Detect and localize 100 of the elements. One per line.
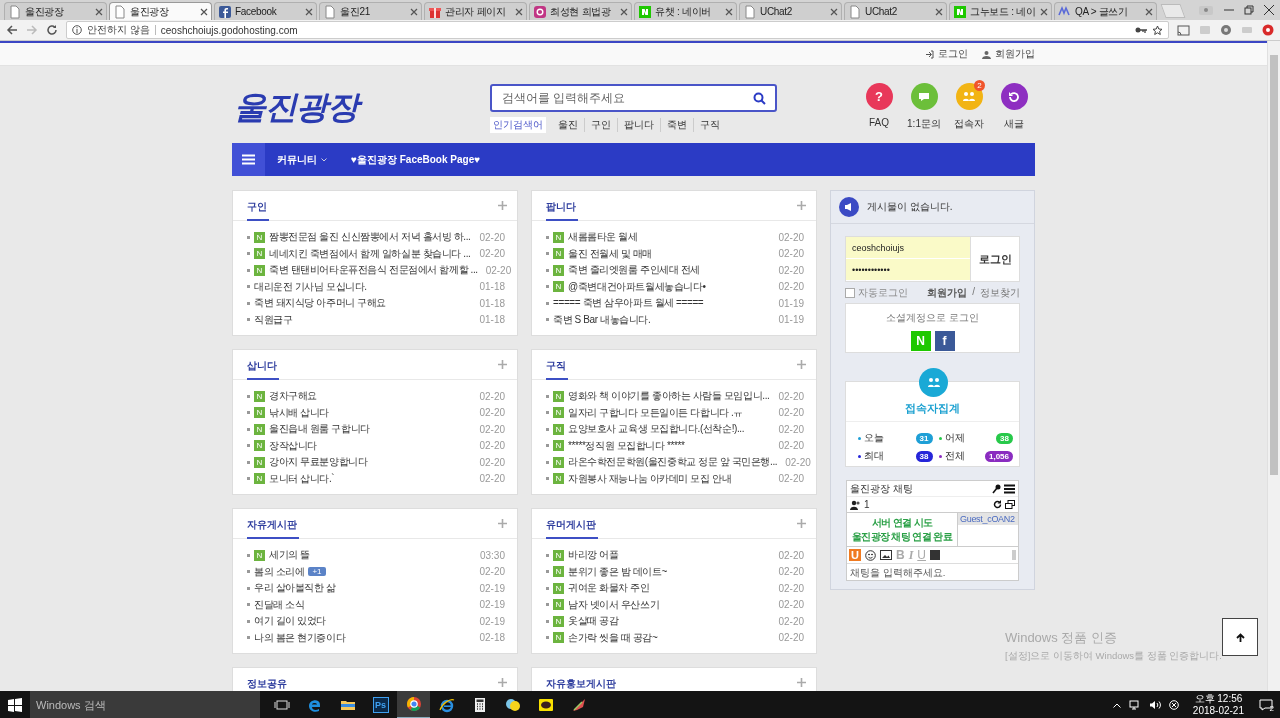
post-link[interactable]: 분위기 좋은 밤 데이트~ [568, 564, 667, 579]
reload-icon[interactable] [46, 24, 58, 36]
post-link[interactable]: 죽변 탠탠비어타운퓨전음식 전문점에서 함께할 ... [269, 263, 478, 278]
quick-link[interactable]: 접속자 [954, 117, 984, 131]
chat-user[interactable]: Guest_cOAN2 [958, 513, 1018, 525]
smiley-icon[interactable] [864, 549, 876, 561]
quick-link[interactable]: FAQ [869, 117, 889, 128]
back-icon[interactable] [6, 24, 18, 36]
board-title[interactable]: 팝니다 [546, 191, 578, 221]
browser-tab[interactable]: QA > 글쓰기 [1054, 2, 1157, 20]
post-link[interactable]: 세기의 뜰 [269, 548, 310, 563]
site-logo[interactable]: 울진광장 [232, 84, 366, 129]
search-field[interactable]: 검색어를 입력해주세요 [490, 84, 777, 112]
board-title[interactable]: 유머게시판 [546, 509, 598, 539]
browser-tab[interactable]: UChat2 [844, 2, 947, 20]
post-link[interactable]: 라온수학전문학원(울진중학교 정문 앞 국민은행... [568, 455, 778, 470]
post-link[interactable]: 죽변 줄리엣원룸 주인세대 전세 [568, 263, 700, 278]
top-link[interactable]: 회원가입 [982, 47, 1035, 61]
restore-icon[interactable] [1244, 5, 1254, 15]
volume-icon[interactable] [1148, 700, 1161, 710]
quick-link[interactable]: 새글 [1004, 117, 1024, 131]
keyword-link[interactable]: 울진 [552, 118, 584, 132]
post-link[interactable]: 귀여운 화물차 주인 [568, 581, 650, 596]
taskbar-app[interactable] [397, 691, 430, 718]
browser-tab[interactable]: 그누보드 : 네이 [949, 2, 1052, 20]
post-link[interactable]: 옷살때 공감 [568, 614, 619, 629]
chevron-up-icon[interactable] [1112, 702, 1121, 708]
post-link[interactable]: 손가락 씻을 때 공감~ [568, 630, 658, 645]
browser-tab[interactable]: 최성현 희법광 [529, 2, 632, 20]
post-link[interactable]: ===== 죽변 삼우아파트 월세 ===== [553, 296, 704, 311]
keyword-link[interactable]: 팝니다 [617, 118, 660, 132]
close-icon[interactable] [95, 7, 103, 16]
browser-tab[interactable]: 울진광장 [109, 2, 212, 20]
nav-item[interactable]: 커뮤니티 [265, 152, 339, 167]
close-icon[interactable] [1040, 7, 1048, 16]
social-login-button[interactable]: f [934, 331, 955, 351]
browser-tab[interactable]: 관리자 페이지 [424, 2, 527, 20]
post-link[interactable]: 우리 살아볼직한 삶 [254, 581, 336, 596]
menu-button[interactable] [232, 143, 265, 176]
keyword-link[interactable]: 죽변 [660, 118, 693, 132]
cast-icon[interactable] [1177, 24, 1190, 36]
image-icon[interactable] [879, 550, 892, 560]
id-field[interactable]: ceoshchoiujs [846, 237, 970, 259]
post-link[interactable]: 여기 길이 있었다 [254, 614, 326, 629]
top-link[interactable]: 로그인 [925, 47, 968, 61]
popout-icon[interactable] [1005, 500, 1015, 509]
color-swatch-icon[interactable] [929, 550, 940, 560]
browser-tab[interactable]: Facebook [214, 2, 317, 20]
close-icon[interactable] [1145, 7, 1153, 16]
refresh-icon[interactable] [993, 500, 1002, 509]
post-link[interactable]: 모니터 삽니다.` [269, 471, 335, 486]
browser-tab[interactable]: 울진광장 [4, 2, 107, 20]
taskbar-app[interactable]: Ps [364, 691, 397, 718]
keyword-link[interactable]: 구인 [584, 118, 617, 132]
post-link[interactable]: 울진 전월세 및 매매 [568, 246, 652, 261]
close-icon[interactable] [1264, 5, 1274, 15]
password-field[interactable]: •••••••••••• [846, 259, 970, 281]
tray-app-icon[interactable] [1168, 700, 1179, 710]
search-icon[interactable] [753, 92, 766, 105]
scrollbar-thumb[interactable] [1270, 55, 1278, 475]
post-link[interactable]: 영화와 책 이야기를 좋아하는 사람들 모임입니... [568, 389, 770, 404]
extension-icon[interactable] [1220, 24, 1232, 36]
post-link[interactable]: 봄의 소리에 [254, 564, 305, 579]
close-icon[interactable] [935, 7, 943, 16]
close-icon[interactable] [305, 7, 313, 16]
browser-tab[interactable]: 유챗 : 네이버 [634, 2, 737, 20]
post-link[interactable]: 죽변 S Bar 내놓습니다. [553, 312, 651, 327]
post-link[interactable]: 자원봉사 재능나눔 아카데미 모집 안내 [568, 471, 732, 486]
search-field[interactable]: Windows 검색 [30, 691, 260, 718]
keyword-link[interactable]: 구직 [693, 118, 726, 132]
nav-item[interactable]: ♥울진광장 FaceBook Page♥ [339, 152, 493, 167]
post-link[interactable]: 울진읍내 원룸 구합니다 [269, 422, 370, 437]
post-link[interactable]: 낚시배 삽니다 [269, 405, 329, 420]
signup-link[interactable]: 회원가입 [927, 286, 968, 300]
post-link[interactable]: 남자 넷이서 우산쓰기 [568, 597, 660, 612]
post-link[interactable]: 장작삽니다 [269, 438, 317, 453]
browser-tab[interactable]: UChat2 [739, 2, 842, 20]
board-title[interactable]: 구직 [546, 350, 568, 380]
board-title[interactable]: 자유게시판 [247, 509, 299, 539]
start-icon[interactable] [8, 698, 22, 712]
checkbox[interactable] [845, 288, 855, 298]
post-link[interactable]: 진달래 소식 [254, 597, 305, 612]
post-link[interactable]: 경차구해요 [269, 389, 317, 404]
quick-link[interactable]: 1:1문의 [907, 117, 941, 131]
find-info-link[interactable]: 정보찾기 [980, 286, 1020, 300]
post-link[interactable]: 대리운전 기사님 모십니다. [254, 279, 367, 294]
board-title[interactable]: 삽니다 [247, 350, 279, 380]
key-icon[interactable] [1135, 25, 1147, 35]
post-link[interactable]: 강아지 무료분양합니다 [269, 455, 368, 470]
post-link[interactable]: 네네치킨 죽변점에서 함께 일하실분 찾습니다 ... [269, 246, 471, 261]
post-link[interactable]: 일자리 구합니다 모든일이든 다합니다 .ㅠ [568, 405, 744, 420]
post-link[interactable]: @죽변대건아파트월세놓습니다• [568, 279, 706, 294]
post-link[interactable]: 짬뽕전문점 울진 신신짬뽕에서 저녁 홀서빙 하... [269, 230, 471, 245]
post-link[interactable]: 나의 봄은 현기증이다 [254, 630, 346, 645]
post-link[interactable]: 죽변 돼지식당 아주머니 구해요 [254, 296, 386, 311]
notification-button[interactable]: 2 [1258, 697, 1274, 713]
address-bar[interactable]: 안전하지 않음 ceoshchoiujs.godohosting.com [66, 21, 1169, 39]
post-link[interactable]: 직원급구 [254, 312, 293, 327]
post-link[interactable]: *****정직원 모집합니다 ***** [568, 438, 685, 453]
extension-icon[interactable] [1262, 24, 1274, 36]
